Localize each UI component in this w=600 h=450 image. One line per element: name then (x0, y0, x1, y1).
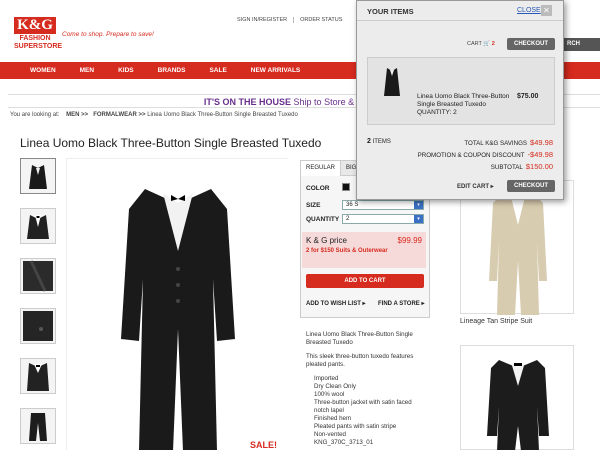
add-to-wishlist-link[interactable]: ADD TO WISH LIST ▸ (306, 300, 366, 307)
size-select[interactable]: 36 S ▾ (342, 200, 424, 210)
savings-row: TOTAL K&G SAVINGS $49.98 (464, 138, 553, 147)
nav-men[interactable]: MEN (68, 62, 106, 79)
header-links: SIGN IN/REGISTER ORDER STATUS (231, 17, 348, 23)
tab-regular[interactable]: REGULAR (301, 161, 342, 176)
price-box: K & G price $99.99 2 for $150 Suits & Ou… (302, 232, 426, 268)
cart-item-name-line1: Linea Uomo Black Three-Button (417, 93, 510, 100)
find-store-link[interactable]: FIND A STORE ▸ (378, 300, 424, 307)
list-item: Pleated pants with satin stripe (314, 423, 397, 430)
size-value: 36 S (346, 202, 359, 208)
color-label: COLOR (306, 185, 330, 192)
breadcrumb-current: Linea Uomo Black Three-Button Single Bre… (147, 112, 298, 118)
cart-item-name[interactable]: Linea Uomo Black Three-Button Single Bre… (417, 93, 509, 117)
order-status-link[interactable]: ORDER STATUS (294, 17, 348, 23)
close-link[interactable]: CLOSE (517, 7, 541, 14)
thumbnail-shirt[interactable] (20, 358, 56, 394)
product-main-image[interactable] (66, 158, 289, 450)
logo-subtitle: FASHION SUPERSTORE (14, 35, 63, 50)
tuxedo-image (67, 159, 289, 450)
thumbnail-pants[interactable] (20, 408, 56, 444)
product-description: Linea Uomo Black Three-Button Single Bre… (306, 331, 426, 447)
quantity-value: 2 (346, 216, 350, 222)
nav-kids[interactable]: KIDS (106, 62, 146, 79)
chevron-down-icon: ▾ (414, 201, 423, 209)
desc-list: Imported Dry Clean Only 100% wool Three-… (306, 375, 426, 447)
thumbnail-front[interactable] (20, 158, 56, 194)
savings-label: TOTAL K&G SAVINGS (464, 140, 528, 147)
logo-mark: K&G (14, 17, 56, 34)
subtotal-label: SUBTOTAL (490, 164, 523, 171)
nav-new-arrivals[interactable]: NEW ARRIVALS (239, 62, 312, 79)
price-value: $99.99 (397, 236, 422, 245)
list-item: Non-vented (314, 431, 346, 438)
chevron-down-icon: ▾ (414, 215, 423, 223)
items-count-value: 2 (367, 138, 371, 145)
close-icon[interactable]: ✕ (541, 5, 552, 16)
related-product-label[interactable]: Lineage Tan Stripe Suit (460, 318, 532, 325)
brand-tagline: Come to shop. Prepare to save! (62, 31, 154, 38)
black-tux-image (487, 360, 549, 450)
items-count: 2 ITEMS (367, 138, 391, 145)
breadcrumb: You are looking at: MEN >> FORMALWEAR >>… (10, 112, 298, 118)
nav-women[interactable]: WOMEN (18, 62, 68, 79)
list-item: 100% wool (314, 391, 345, 398)
subtotal-row: SUBTOTAL $150.00 (491, 162, 553, 171)
list-item: Imported (314, 375, 339, 382)
page-title: Linea Uomo Black Three-Button Single Bre… (20, 136, 322, 150)
list-item: KNG_370C_3713_01 (314, 439, 374, 446)
discount-row: PROMOTION & COUPON DISCOUNT -$49.98 (418, 150, 553, 159)
sale-badge: SALE! (250, 440, 277, 450)
add-to-cart-button[interactable]: ADD TO CART (306, 274, 424, 288)
discount-value: -$49.98 (527, 150, 553, 159)
cart-indicator[interactable]: CART 🛒 2 (467, 41, 495, 47)
subtotal-value: $150.00 (525, 162, 553, 171)
size-label: SIZE (306, 202, 321, 209)
color-swatch-black[interactable] (342, 183, 350, 191)
thumbnail-detail[interactable] (20, 308, 56, 344)
desc-title: Linea Uomo Black Three-Button Single Bre… (306, 331, 413, 346)
brand-logo[interactable]: K&G FASHION SUPERSTORE (14, 17, 63, 51)
cart-item-price: $75.00 (517, 93, 539, 100)
cart-popup-title: YOUR ITEMS (367, 7, 414, 16)
checkout-button-top[interactable]: CHECKOUT (507, 38, 555, 50)
desc-body: This sleek three-button tuxedo features … (306, 353, 414, 368)
savings-value: $49.98 (530, 138, 553, 147)
promo-offer[interactable]: 2 for $150 Suits & Outerwear (306, 248, 422, 254)
cart-popup-header: YOUR ITEMS CLOSE ✕ (357, 1, 563, 21)
cart-item-name-line2: Single Breasted Tuxedo (417, 101, 487, 108)
list-item: Dry Clean Only (314, 383, 356, 390)
promo-headline: IT'S ON THE HOUSE (203, 97, 292, 107)
list-item: Three-button jacket with satin faced not… (314, 399, 412, 414)
edit-cart-link[interactable]: EDIT CART ▸ (457, 183, 494, 190)
cart-count: 2 (491, 41, 495, 47)
breadcrumb-men[interactable]: MEN >> (66, 112, 88, 118)
discount-label: PROMOTION & COUPON DISCOUNT (417, 152, 525, 159)
list-item: Finished hem (314, 415, 352, 422)
tan-suit-image (489, 195, 547, 315)
cart-popup: YOUR ITEMS CLOSE ✕ CART 🛒 2 CHECKOUT Lin… (356, 0, 564, 200)
cart-item-qty: QUANTITY: 2 (417, 109, 457, 116)
thumbnail-jacket[interactable] (20, 208, 56, 244)
checkout-button-bottom[interactable]: CHECKOUT (507, 180, 555, 192)
search-button[interactable]: RCH (564, 38, 600, 51)
related-product-image-tan[interactable] (460, 180, 574, 315)
nav-brands[interactable]: BRANDS (146, 62, 198, 79)
cart-item-image[interactable] (378, 64, 406, 98)
related-product-image-black[interactable] (460, 345, 574, 450)
items-count-label: ITEMS (372, 139, 391, 145)
sign-in-link[interactable]: SIGN IN/REGISTER (231, 17, 295, 23)
breadcrumb-prefix: You are looking at: (10, 112, 60, 118)
cart-icon: 🛒 (483, 41, 491, 47)
quantity-label: QUANTITY (306, 216, 340, 223)
nav-sale[interactable]: SALE (197, 62, 238, 79)
thumbnail-list (20, 158, 58, 450)
breadcrumb-formalwear[interactable]: FORMALWEAR >> (93, 112, 145, 118)
quantity-select[interactable]: 2 ▾ (342, 214, 424, 224)
cart-label: CART (467, 41, 482, 47)
thumbnail-fabric[interactable] (20, 258, 56, 294)
